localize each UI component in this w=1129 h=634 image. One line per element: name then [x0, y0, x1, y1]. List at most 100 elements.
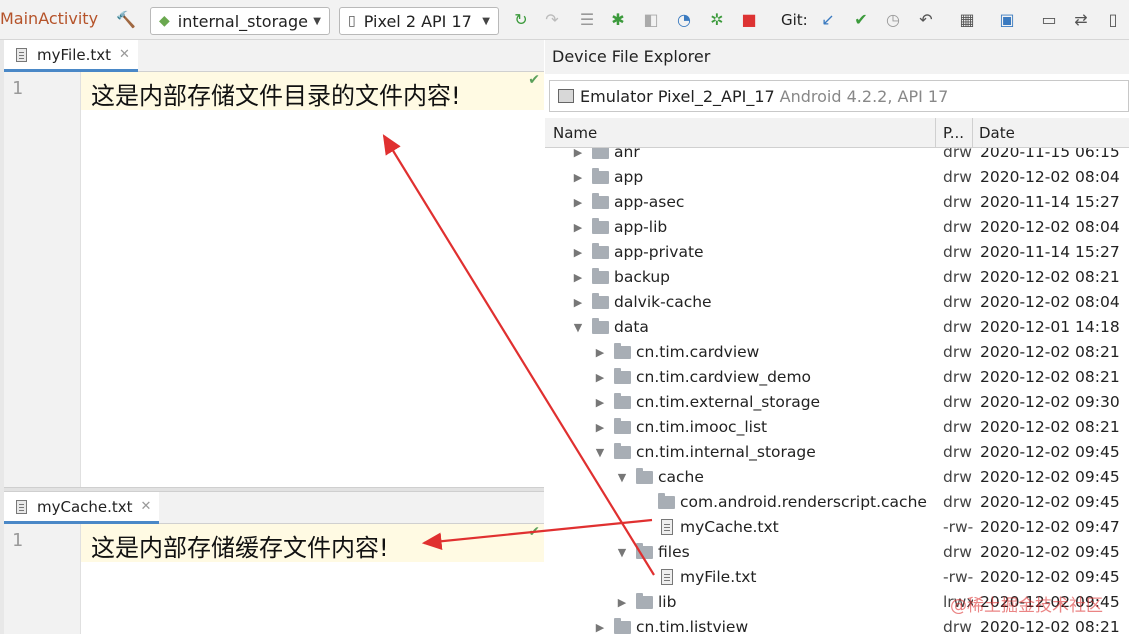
file-tree-row[interactable]: ▶ app-private drw 2020-11-14 15:27: [545, 241, 1129, 266]
chevron-down-icon[interactable]: ▼: [616, 471, 628, 484]
chevron-right-icon[interactable]: ▶: [572, 148, 584, 159]
coverage-icon[interactable]: ☰: [577, 10, 597, 30]
file-name: app-lib: [614, 218, 668, 236]
file-name: com.android.renderscript.cache: [680, 493, 927, 511]
column-header-name[interactable]: Name: [553, 124, 597, 142]
folder-icon: [592, 318, 609, 334]
file-content[interactable]: 这是内部存储文件目录的文件内容!: [91, 76, 461, 111]
file-tree-row[interactable]: ▶ cn.tim.cardview_demo drw 2020-12-02 08:21: [545, 366, 1129, 391]
apply-code-changes-icon[interactable]: ↷: [542, 10, 562, 30]
file-tree-row[interactable]: ▶ app drw 2020-12-02 08:04: [545, 166, 1129, 191]
device-manager-icon[interactable]: ▯: [1103, 10, 1123, 30]
chevron-right-icon[interactable]: ▶: [572, 221, 584, 234]
file-tree-row[interactable]: myCache.txt -rw- 2020-12-02 09:47: [545, 516, 1129, 541]
file-tree-row[interactable]: ▼ cache drw 2020-12-02 09:45: [545, 466, 1129, 491]
file-tree-row[interactable]: ▶ cn.tim.external_storage drw 2020-12-02 09…: [545, 391, 1129, 416]
editor-code-bottom[interactable]: 1 这是内部存储缓存文件内容! ✔: [4, 524, 544, 634]
close-icon[interactable]: ✕: [119, 47, 130, 62]
run-tests-icon[interactable]: ✲: [707, 10, 727, 30]
file-permissions: drw: [943, 393, 972, 411]
stop-icon[interactable]: ■: [739, 10, 759, 30]
column-header-permissions[interactable]: P...: [943, 124, 964, 142]
file-permissions: drw: [943, 543, 972, 561]
file-permissions: drw: [943, 243, 972, 261]
file-name: lib: [658, 593, 677, 611]
tab-myfile[interactable]: myFile.txt ✕: [4, 40, 138, 72]
column-divider[interactable]: [935, 118, 936, 148]
file-tree-row[interactable]: ▶ anr drw 2020-11-15 06:15: [545, 148, 1129, 166]
line-number: 1: [12, 530, 23, 551]
editor-code-top[interactable]: 1 这是内部存储文件目录的文件内容! ✔: [4, 72, 544, 487]
file-date: 2020-12-02 08:04: [980, 293, 1120, 311]
file-permissions: drw: [943, 443, 972, 461]
debug-icon[interactable]: ✱: [608, 10, 628, 30]
file-tree-row[interactable]: ▼ files drw 2020-12-02 09:45: [545, 541, 1129, 566]
inspection-ok-icon: ✔: [528, 524, 540, 540]
chevron-right-icon[interactable]: ▶: [572, 271, 584, 284]
chevron-right-icon[interactable]: ▶: [594, 621, 606, 634]
file-tree-row[interactable]: ▶ dalvik-cache drw 2020-12-02 08:04: [545, 291, 1129, 316]
chevron-down-icon[interactable]: ▼: [572, 321, 584, 334]
module-combo[interactable]: ◆ internal_storage ▼: [150, 7, 330, 35]
file-permissions: drw: [943, 318, 972, 336]
column-header-date[interactable]: Date: [979, 124, 1015, 142]
git-history-icon[interactable]: ◷: [883, 10, 903, 30]
build-hammer-icon[interactable]: 🔨: [116, 10, 136, 30]
file-name: app: [614, 168, 644, 186]
device-selector[interactable]: Emulator Pixel_2_API_17 Android 4.2.2, A…: [549, 80, 1129, 112]
editor-tabbar-top: myFile.txt ✕: [4, 40, 544, 72]
chevron-down-icon[interactable]: ▼: [594, 446, 606, 459]
text-file-icon: [661, 519, 673, 535]
chevron-right-icon[interactable]: ▶: [594, 396, 606, 409]
main-toolbar: MainActivity 🔨 ◆ internal_storage ▼ ▯ Pi…: [0, 0, 1129, 40]
chevron-right-icon[interactable]: ▶: [594, 371, 606, 384]
git-commit-icon[interactable]: ✔: [851, 10, 871, 30]
file-date: 2020-11-14 15:27: [980, 243, 1120, 261]
git-rollback-icon[interactable]: ↶: [916, 10, 936, 30]
chevron-right-icon[interactable]: ▶: [572, 296, 584, 309]
file-tree-row[interactable]: ▶ backup drw 2020-12-02 08:21: [545, 266, 1129, 291]
chevron-right-icon[interactable]: ▶: [572, 196, 584, 209]
file-tree-row[interactable]: ▼ data drw 2020-12-01 14:18: [545, 316, 1129, 341]
watermark: @稀土掘金技术社区: [950, 596, 1103, 616]
sync-icon[interactable]: ⇄: [1071, 10, 1091, 30]
close-icon[interactable]: ✕: [141, 499, 152, 514]
device-combo[interactable]: ▯ Pixel 2 API 17 ▼: [339, 7, 499, 35]
folder-icon: [614, 343, 631, 359]
chevron-right-icon[interactable]: ▶: [572, 246, 584, 259]
file-date: 2020-12-02 09:45: [980, 543, 1120, 561]
folder-icon: [592, 148, 609, 159]
file-name: cn.tim.internal_storage: [636, 443, 816, 461]
folder-icon: [592, 268, 609, 284]
table-header: Name P... Date: [545, 118, 1129, 148]
file-tree-row[interactable]: ▶ cn.tim.cardview drw 2020-12-02 08:21: [545, 341, 1129, 366]
project-structure-icon[interactable]: ▦: [957, 10, 977, 30]
git-update-icon[interactable]: ↙: [818, 10, 838, 30]
file-content[interactable]: 这是内部存储缓存文件内容!: [91, 528, 389, 563]
attach-debugger-icon[interactable]: ◧: [641, 10, 661, 30]
file-tree-row[interactable]: com.android.renderscript.cache drw 2020-12…: [545, 491, 1129, 516]
phone-icon: ▯: [348, 13, 356, 29]
file-tree-row[interactable]: ▶ cn.tim.imooc_list drw 2020-12-02 08:21: [545, 416, 1129, 441]
file-tree-row[interactable]: ▶ cn.tim.listview drw 2020-12-02 08:21: [545, 616, 1129, 634]
file-tree-row[interactable]: ▶ app-lib drw 2020-12-02 08:04: [545, 216, 1129, 241]
line-gutter: [4, 72, 81, 487]
chevron-down-icon[interactable]: ▼: [616, 546, 628, 559]
panel-title: Device File Explorer: [545, 40, 1129, 74]
chevron-right-icon[interactable]: ▶: [616, 596, 628, 609]
profiler-icon[interactable]: ◔: [674, 10, 694, 30]
chevron-right-icon[interactable]: ▶: [572, 171, 584, 184]
file-tree-row[interactable]: ▼ cn.tim.internal_storage drw 2020-12-02 09…: [545, 441, 1129, 466]
tab-mycache[interactable]: myCache.txt ✕: [4, 492, 160, 524]
chevron-right-icon[interactable]: ▶: [594, 346, 606, 359]
file-date: 2020-12-02 08:21: [980, 268, 1120, 286]
terminal-icon[interactable]: ▭: [1039, 10, 1059, 30]
file-tree-row[interactable]: ▶ app-asec drw 2020-11-14 15:27: [545, 191, 1129, 216]
chevron-right-icon[interactable]: ▶: [594, 421, 606, 434]
line-number: 1: [12, 78, 23, 99]
run-config-label[interactable]: MainActivity: [0, 9, 98, 28]
column-divider[interactable]: [972, 118, 973, 148]
file-tree-row[interactable]: myFile.txt -rw- 2020-12-02 09:45: [545, 566, 1129, 591]
translate-icon[interactable]: ▣: [997, 10, 1017, 30]
apply-changes-icon[interactable]: ↻: [511, 10, 531, 30]
